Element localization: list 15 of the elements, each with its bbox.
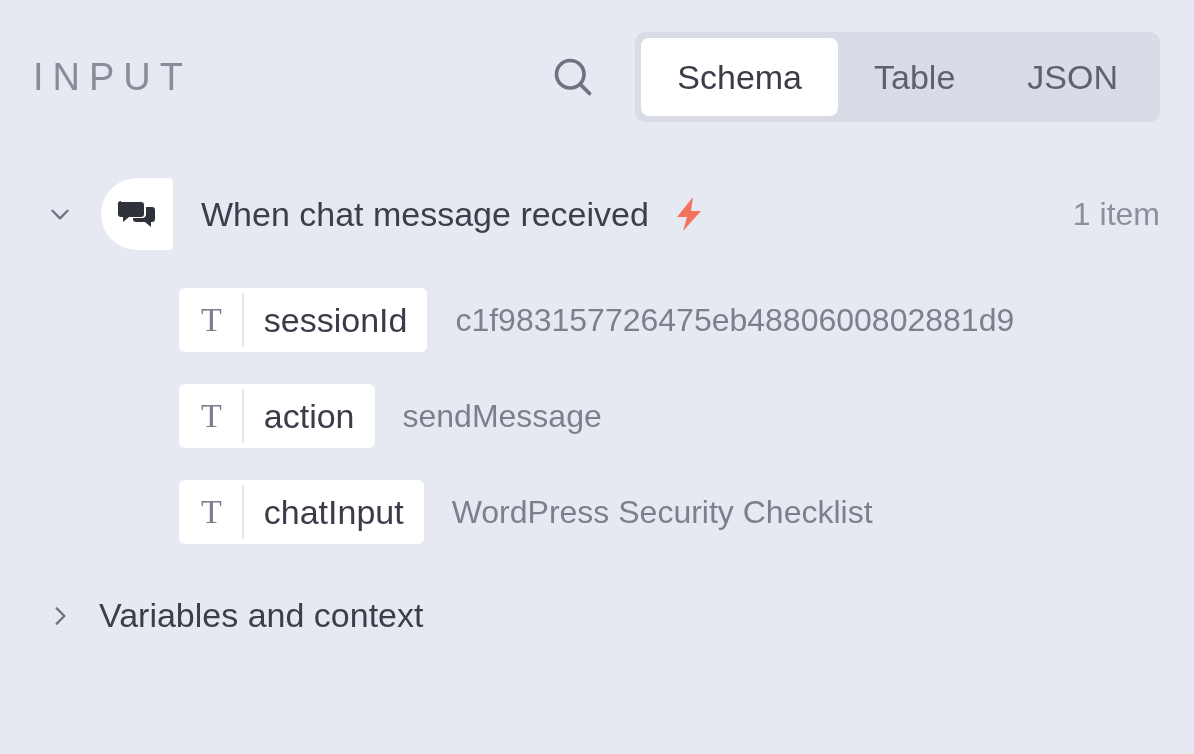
- field-name-tag: T action: [179, 384, 375, 448]
- view-tab[interactable]: JSON: [991, 38, 1154, 116]
- section-title[interactable]: Variables and context: [99, 596, 424, 635]
- node-title: When chat message received: [201, 194, 649, 234]
- field-value: WordPress Security Checklist: [451, 493, 873, 531]
- view-tab[interactable]: Table: [838, 38, 992, 116]
- chat-node-icon: [101, 178, 173, 250]
- item-count: 1 item: [1072, 195, 1160, 233]
- panel-title: INPUT: [33, 55, 193, 99]
- field-value: c1f983157726475eb4880600802881d9: [455, 301, 1015, 339]
- view-tab[interactable]: Schema: [641, 38, 839, 116]
- field-value: sendMessage: [402, 397, 602, 435]
- field-name-tag: T chatInput: [179, 480, 424, 544]
- lightning-icon: [674, 197, 703, 231]
- field-name-tag: T sessionId: [179, 288, 428, 352]
